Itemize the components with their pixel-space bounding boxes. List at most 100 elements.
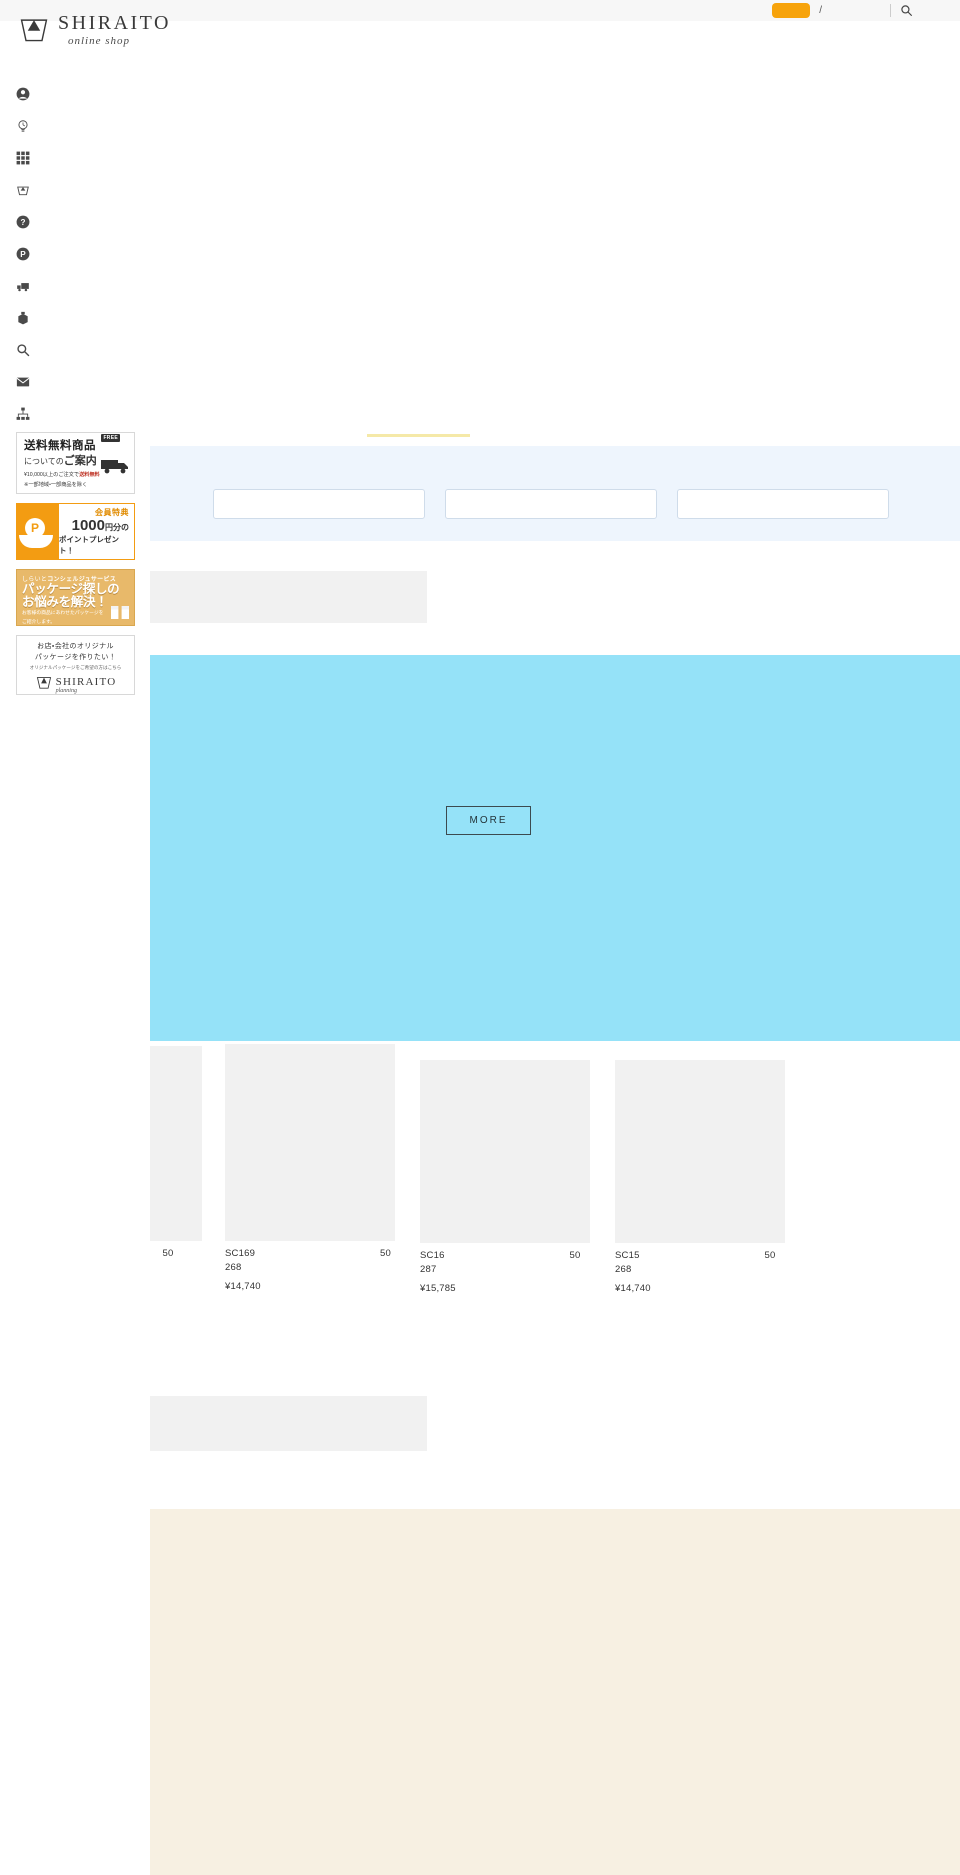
search-input-3[interactable] (676, 489, 889, 519)
sidebar-item-label (39, 87, 81, 102)
header-separator: / (819, 4, 822, 16)
banner-member-points[interactable]: P 会員特典 1000円分の ポイントプレゼント！ (16, 503, 135, 560)
header-cta-button[interactable] (772, 3, 811, 18)
delivery-truck-icon (16, 279, 30, 293)
original-line-1: お店・会社のオリジナル (37, 643, 114, 650)
product-search-panel (150, 446, 960, 541)
sidebar-item-categories[interactable] (0, 142, 150, 174)
sidebar-item-packaging[interactable] (0, 302, 150, 334)
points-amount-unit: 円分の (105, 522, 129, 532)
sidebar-item-help[interactable]: ? (0, 206, 150, 238)
points-amount: 1000円分の (71, 516, 129, 535)
sidebar-item-account[interactable] (0, 78, 150, 110)
sidebar-item-label (39, 247, 124, 262)
product-card[interactable]: SC15 50 268 ¥14,740 (615, 1060, 827, 1294)
product-card[interactable]: 50 (150, 1046, 202, 1263)
search-lead-text (150, 446, 960, 477)
sidebar-item-contact[interactable] (0, 366, 150, 398)
hero-line-2 (448, 767, 715, 783)
banner-free-shipping[interactable]: 送料無料商品 についてのご案内 ¥10,000以上のご注文で送料無料 ※一部地域… (16, 432, 135, 494)
banner-shipping-title-2-small: についての (24, 457, 64, 467)
original-note: オリジナルパッケージをご希望の方はこちら (29, 665, 122, 670)
planning-logo-name: SHIRAITO (55, 676, 117, 688)
point-p-icon: P (16, 247, 30, 261)
product-name: 50 (150, 1248, 216, 1259)
header-cart-link[interactable] (922, 4, 952, 18)
sidebar-nav: ? P (0, 78, 150, 430)
header-utility-nav: / (620, 0, 960, 21)
page-root: / SHIRAITO online shop ? P 送料無料商品 についてのご… (0, 0, 960, 1875)
shiraito-planning-logo: SHIRAITO planning (21, 674, 130, 694)
content-placeholder-top (150, 571, 427, 623)
envelope-icon (16, 375, 30, 389)
banner-shipping-title-2-big: ご案内 (63, 455, 97, 468)
concierge-note-2: ご紹介します。 (22, 619, 56, 625)
delivery-truck-icon (100, 453, 130, 475)
logo-text: SHIRAITO online shop (58, 11, 171, 47)
banner-shipping-note-highlight: 送料無料 (79, 471, 100, 478)
search-icon (16, 343, 30, 357)
header-account-link[interactable] (831, 4, 881, 18)
banner-concierge[interactable]: しらいとコンシェルジュサービス パッケージ探しの お悩みを解決！ お客様の商品に… (16, 569, 135, 626)
points-text: 会員特典 1000円分の ポイントプレゼント！ (59, 504, 134, 559)
package-box-icon (16, 311, 30, 325)
product-price: ¥15,785 (420, 1282, 476, 1294)
product-price: ¥14,740 (615, 1282, 671, 1294)
sidebar-item-label (39, 375, 103, 390)
points-illustration: P (17, 504, 59, 559)
product-card[interactable]: SC169 50 268 ¥14,740 (225, 1044, 443, 1292)
title-underline (367, 434, 470, 437)
original-line-2: パッケージを作りたい！ (34, 653, 117, 661)
header-divider (889, 4, 891, 17)
sidebar-item-label (39, 151, 134, 166)
sidebar-item-label (39, 407, 103, 422)
gift-box-icon (110, 602, 130, 620)
hero-more-button[interactable]: MORE (446, 806, 531, 835)
product-thumbnail[interactable] (615, 1060, 785, 1243)
banner-original-package[interactable]: お店・会社のオリジナル パッケージを作りたい！ オリジナルパッケージをご希望の方… (16, 635, 135, 695)
points-subtitle: ポイントプレゼント！ (59, 535, 119, 556)
sidebar-banners: 送料無料商品 についてのご案内 ¥10,000以上のご注文で送料無料 ※一部地域… (16, 432, 135, 704)
search-icon[interactable] (900, 4, 913, 17)
product-thumbnail[interactable] (150, 1046, 202, 1241)
sidebar-item-basket[interactable] (0, 174, 150, 206)
product-name: SC169 50 268 (225, 1248, 443, 1274)
product-thumbnail[interactable] (225, 1044, 395, 1241)
sidebar-item-search[interactable] (0, 334, 150, 366)
lightbulb-icon (16, 119, 30, 133)
product-thumbnail[interactable] (420, 1060, 590, 1243)
search-input-1[interactable] (212, 489, 425, 519)
svg-text:P: P (20, 250, 26, 259)
banner-shipping-note-amount: ¥10,000以上 (24, 471, 54, 478)
sidebar-item-ideas[interactable] (0, 110, 150, 142)
basket-logo-icon (16, 13, 52, 45)
product-name: SC15 50 268 (615, 1250, 827, 1276)
basket-logo-icon (35, 674, 53, 694)
sidebar-item-label (39, 215, 92, 230)
sidebar-item-label (39, 119, 81, 134)
product-price: ¥14,740 (225, 1280, 281, 1292)
free-badge: FREE (101, 434, 120, 442)
question-mark-icon: ? (16, 215, 30, 229)
content-placeholder-bottom (150, 1396, 427, 1451)
search-input-2[interactable] (444, 489, 657, 519)
product-card[interactable]: SC16 50 287 ¥15,785 (420, 1060, 632, 1294)
sidebar-item-delivery[interactable] (0, 270, 150, 302)
hero-line-1 (448, 743, 645, 759)
site-logo[interactable]: SHIRAITO online shop (16, 8, 168, 50)
logo-subtitle: online shop (68, 35, 131, 47)
logo-name: SHIRAITO (58, 12, 171, 34)
sidebar-item-sitemap[interactable] (0, 398, 150, 430)
planning-logo-sub: planning (55, 688, 77, 694)
account-circle-icon (16, 87, 30, 101)
sidebar-item-label (39, 311, 124, 326)
basket-icon (16, 183, 30, 197)
points-amount-value: 1000 (71, 516, 105, 534)
search-fields-row (150, 477, 960, 519)
product-name: SC16 50 287 (420, 1250, 632, 1276)
footer-section-placeholder (150, 1509, 960, 1875)
sidebar-item-points[interactable]: P (0, 238, 150, 270)
hand-icon (19, 535, 53, 548)
grid-apps-icon (16, 151, 30, 165)
hero-banner[interactable]: MORE (150, 655, 960, 1041)
